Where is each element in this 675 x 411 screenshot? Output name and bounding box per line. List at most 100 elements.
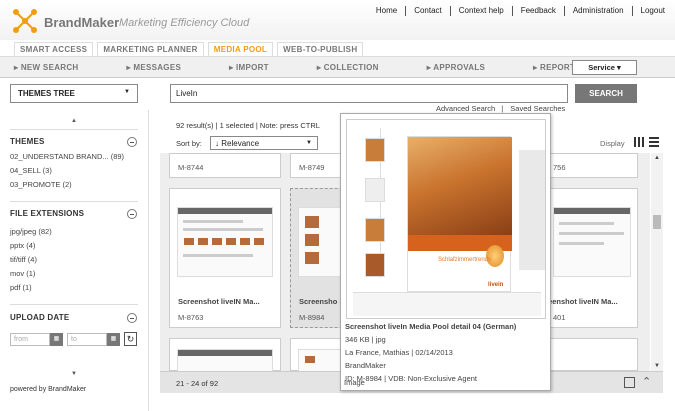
subnav-messages[interactable]: ▸ MESSAGES (127, 63, 206, 72)
asset-name: Screenshot liveIN Ma... (178, 297, 260, 306)
asset-id: M-8749 (299, 163, 325, 172)
asset-card[interactable]: M-8744 (169, 153, 281, 178)
file-extensions-section-title: FILE EXTENSIONS (10, 209, 85, 218)
saved-searches-link[interactable]: Saved Searches (510, 104, 565, 113)
date-from-input[interactable]: from (10, 333, 50, 346)
themes-tree-label: THEMES TREE (18, 89, 75, 98)
preview-page-thumb (365, 178, 385, 202)
themes-section-title: THEMES (10, 137, 45, 146)
app-header: BrandMaker Marketing Efficiency Cloud Ho… (0, 0, 675, 40)
chevron-down-icon: ▼ (306, 140, 312, 146)
asset-id: 756 (553, 163, 566, 172)
export-icon[interactable] (624, 377, 635, 388)
asset-id: 401 (553, 313, 566, 322)
facet-theme-item[interactable]: 04_SELL (3) (10, 166, 52, 175)
asset-card[interactable]: Screenshot liveIN Ma... M-8763 (169, 188, 281, 328)
calendar-icon[interactable]: ▦ (107, 333, 120, 346)
asset-name: creenshot liveIN Ma... (541, 297, 618, 306)
scroll-thumb[interactable] (653, 215, 661, 229)
preview-type: Image (344, 378, 365, 387)
facet-theme-item[interactable]: 02_UNDERSTAND BRAND... (89) (10, 152, 124, 161)
subnav-new-search[interactable]: ▸ NEW SEARCH (14, 63, 103, 72)
preview-caption: Schlafzimmertrends (438, 257, 492, 263)
search-button[interactable]: SEARCH (575, 84, 637, 103)
asset-card[interactable] (169, 338, 281, 372)
subnav-import-label: IMPORT (235, 63, 269, 72)
top-link-home[interactable]: Home (368, 6, 407, 16)
preview-bedroom-photo (408, 137, 512, 235)
subnav-import[interactable]: ▸ IMPORT (229, 63, 293, 72)
asset-thumbnail (177, 349, 273, 372)
asset-preview-popup: Schlafzimmertrends livein Screenshot liv… (340, 113, 551, 391)
tab-smart-access[interactable]: SMART ACCESS (14, 42, 94, 57)
facet-extension-item[interactable]: tif/tiff (4) (10, 255, 37, 264)
media-pool-subnav: ▸ NEW SEARCH ▸ MESSAGES ▸ IMPORT ▸ COLLE… (0, 56, 675, 78)
service-dropdown[interactable]: Service ▾ (572, 60, 637, 75)
preview-brand: livein (488, 282, 504, 288)
themes-tree-select[interactable]: THEMES TREE ▼ (10, 84, 138, 103)
preview-side-panel (519, 150, 545, 270)
tab-web-to-publish[interactable]: WEB-TO-PUBLISH (277, 42, 364, 57)
preview-page-thumb (365, 218, 385, 242)
preview-meta: 346 KB | jpg (345, 335, 386, 344)
top-link-feedback[interactable]: Feedback (513, 6, 565, 16)
top-nav: Home Contact Context help Feedback Admin… (368, 6, 665, 16)
sort-select[interactable]: ↓ Relevance ▼ (210, 136, 318, 150)
asset-name: Screensho (299, 297, 338, 306)
refresh-icon[interactable]: ↻ (124, 332, 137, 346)
scroll-up-icon[interactable]: ▲ (651, 155, 663, 161)
facet-extension-item[interactable]: pptx (4) (10, 241, 35, 250)
asset-id: M-8744 (178, 163, 204, 172)
grid-view-icon[interactable] (634, 137, 644, 147)
results-summary: 92 result(s) | 1 selected | Note: press … (176, 121, 320, 130)
list-view-icon[interactable] (649, 137, 659, 147)
sort-direction-icon: ↓ (215, 139, 219, 148)
subnav-approvals-label: APPROVALS (433, 63, 486, 72)
divider (10, 304, 138, 305)
top-link-contact[interactable]: Contact (406, 6, 451, 16)
tab-marketing-planner[interactable]: MARKETING PLANNER (97, 42, 204, 57)
facet-extension-item[interactable]: mov (1) (10, 269, 35, 278)
preview-brochure-page: Schlafzimmertrends livein (407, 136, 512, 292)
subnav-approvals[interactable]: ▸ APPROVALS (427, 63, 509, 72)
date-to-input[interactable]: to (67, 333, 107, 346)
preview-company: BrandMaker (345, 361, 386, 370)
subnav-collection[interactable]: ▸ COLLECTION (317, 63, 403, 72)
search-links: Advanced Search | Saved Searches (436, 104, 566, 113)
preview-document-strip (353, 292, 541, 316)
brand-tagline: Marketing Efficiency Cloud (119, 17, 250, 29)
sort-label: Sort by: (176, 139, 202, 148)
collapse-upload-date-icon[interactable] (127, 313, 137, 323)
preview-page-thumb (365, 253, 385, 277)
collapse-themes-icon[interactable] (127, 137, 137, 147)
collapse-file-extensions-icon[interactable] (127, 209, 137, 219)
divider (148, 110, 149, 411)
module-tabs: SMART ACCESS MARKETING PLANNER MEDIA POO… (14, 42, 367, 57)
facet-extension-item[interactable]: pdf (1) (10, 283, 32, 292)
top-link-logout[interactable]: Logout (633, 6, 665, 16)
tab-media-pool[interactable]: MEDIA POOL (207, 42, 274, 57)
lamp-icon (486, 245, 504, 267)
asset-id: M-8763 (178, 313, 204, 322)
top-link-administration[interactable]: Administration (565, 6, 633, 16)
facet-theme-item[interactable]: 03_PROMOTE (2) (10, 180, 72, 189)
sort-value: Relevance (221, 139, 260, 148)
scroll-down-icon[interactable]: ▼ (651, 363, 663, 369)
upload-date-section-title: UPLOAD DATE (10, 313, 70, 322)
subnav-collection-label: COLLECTION (323, 63, 379, 72)
subnav-messages-label: MESSAGES (133, 63, 182, 72)
preview-title: Screenshot liveIn Media Pool detail 04 (… (345, 322, 517, 331)
advanced-search-link[interactable]: Advanced Search (436, 104, 495, 113)
divider (10, 201, 138, 202)
results-scrollbar[interactable]: ▲ ▼ (651, 153, 663, 371)
search-input[interactable]: LiveIn (170, 84, 568, 103)
top-link-context-help[interactable]: Context help (451, 6, 513, 16)
sidebar-scroll-down-icon[interactable]: ▼ (0, 371, 148, 379)
sidebar-scroll-up-icon[interactable]: ▲ (0, 118, 148, 126)
pager-range: 21 - 24 of 92 (176, 379, 219, 388)
service-label: Service (588, 63, 615, 72)
collapse-up-icon[interactable]: ⌃ (642, 375, 651, 388)
calendar-icon[interactable]: ▦ (50, 333, 63, 346)
preview-image: Schlafzimmertrends livein (346, 119, 546, 319)
facet-extension-item[interactable]: jpg/jpeg (82) (10, 227, 52, 236)
